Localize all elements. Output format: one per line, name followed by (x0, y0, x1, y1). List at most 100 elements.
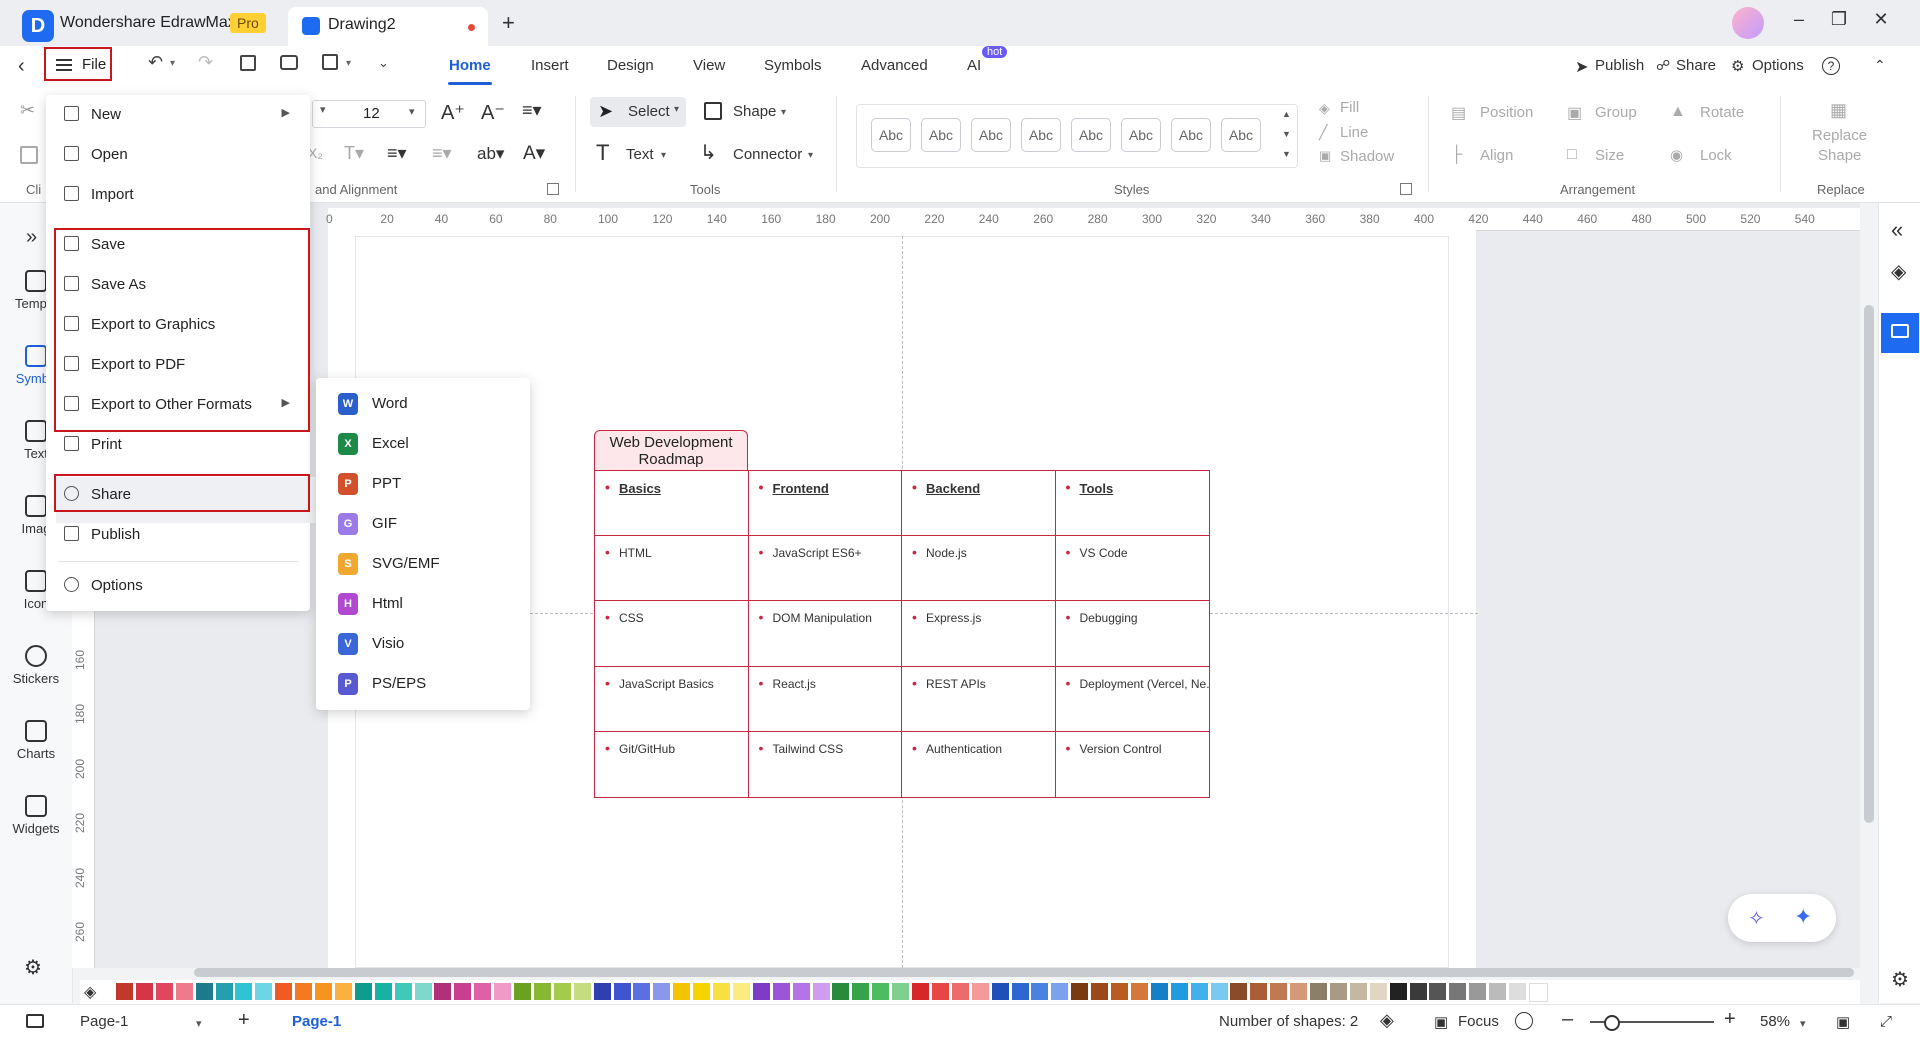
table-cell[interactable]: Deployment (Vercel, Ne... (1055, 667, 1209, 732)
rotate-icon[interactable]: ▲ (1670, 103, 1686, 121)
share-button[interactable]: Share (1676, 57, 1716, 74)
submenu-item-svg[interactable]: S SVG/EMF (316, 544, 530, 584)
menu-item-new[interactable]: New ▶ (46, 95, 310, 135)
color-swatch[interactable] (1489, 983, 1507, 1000)
color-swatch[interactable] (1409, 983, 1427, 1000)
replace-shape-icon[interactable]: ▦ (1830, 100, 1847, 121)
table-cell[interactable]: Git/GitHub (595, 731, 749, 797)
collapse-panel-icon[interactable]: « (1891, 217, 1903, 243)
layers-icon[interactable]: ◈ (1380, 1010, 1394, 1031)
line-icon[interactable]: ╱ (1319, 124, 1327, 141)
presentation-icon[interactable] (1881, 313, 1919, 353)
color-swatch[interactable] (175, 983, 193, 1000)
menu-item-open[interactable]: Open (46, 135, 310, 175)
color-swatch[interactable] (155, 983, 173, 1000)
color-swatch[interactable] (1449, 983, 1467, 1000)
menu-item-publish[interactable]: Publish (46, 515, 310, 555)
connector-tool-button[interactable]: Connector (733, 146, 802, 163)
style-preset[interactable]: Abc (921, 118, 961, 152)
undo-icon[interactable]: ↶ (148, 52, 163, 73)
copy-icon[interactable] (20, 146, 38, 164)
submenu-item-gif[interactable]: G GIF (316, 504, 530, 544)
color-swatch[interactable] (1290, 983, 1308, 1000)
color-swatch[interactable] (1369, 983, 1387, 1000)
table-cell[interactable]: Debugging (1055, 601, 1209, 667)
style-preset[interactable]: Abc (1221, 118, 1261, 152)
color-swatch[interactable] (593, 983, 611, 1000)
tab-home[interactable]: Home (449, 57, 491, 74)
tab-view[interactable]: View (693, 57, 725, 74)
menu-item-options[interactable]: Options (46, 566, 310, 606)
paint-bucket-icon[interactable]: ◈ (1891, 259, 1906, 284)
color-swatch[interactable] (633, 983, 651, 1000)
table-cell[interactable]: CSS (595, 601, 749, 667)
color-swatch[interactable] (732, 983, 750, 1000)
style-preset[interactable]: Abc (1171, 118, 1211, 152)
color-swatch[interactable] (1111, 983, 1128, 1000)
color-swatch[interactable] (971, 983, 989, 1000)
lock-icon[interactable]: ◉ (1670, 146, 1683, 164)
color-swatch[interactable] (1429, 983, 1447, 1000)
new-tab-icon[interactable]: + (502, 10, 515, 36)
sidebar-item-charts[interactable]: Charts (0, 720, 72, 761)
shrink-font-icon[interactable]: A⁻ (481, 100, 505, 125)
more-icon[interactable]: ⌄ (378, 55, 389, 71)
table-cell[interactable]: Node.js (902, 536, 1056, 602)
text-style-icon[interactable]: T▾ (344, 143, 364, 164)
share-icon[interactable]: ☍ (1656, 57, 1670, 74)
align-objects-icon[interactable]: ├ (1451, 146, 1462, 164)
menu-item-import[interactable]: Import (46, 175, 310, 215)
document-tab[interactable]: Drawing2 (288, 7, 488, 46)
style-preset[interactable]: Abc (1071, 118, 1111, 152)
color-swatch[interactable] (1011, 983, 1029, 1000)
table-header-cell[interactable]: Backend (902, 471, 1056, 537)
color-swatch[interactable] (414, 983, 432, 1000)
shadow-button[interactable]: Shadow (1340, 148, 1394, 165)
shape-tool-button[interactable]: Shape (733, 103, 776, 120)
size-icon[interactable]: □ (1567, 146, 1577, 164)
page-dropdown-icon[interactable]: ▾ (196, 1017, 202, 1030)
color-swatch[interactable] (235, 983, 253, 1000)
cut-icon[interactable]: ✂ (20, 100, 35, 121)
color-swatch[interactable] (713, 983, 730, 1000)
avatar[interactable] (1732, 7, 1764, 39)
fill-bucket-icon[interactable]: ◈ (84, 982, 96, 1002)
color-swatch[interactable] (315, 983, 332, 1000)
color-swatch[interactable] (1210, 983, 1228, 1000)
color-swatch[interactable] (514, 983, 531, 1000)
rotate-button[interactable]: Rotate (1700, 104, 1744, 121)
play-icon[interactable] (1515, 1012, 1533, 1030)
tab-advanced[interactable]: Advanced (861, 57, 928, 74)
tab-symbols[interactable]: Symbols (764, 57, 822, 74)
add-page-icon[interactable]: + (238, 1009, 250, 1032)
bullets-icon[interactable]: ≡▾ (432, 143, 452, 164)
submenu-item-excel[interactable]: X Excel (316, 424, 530, 464)
fit-page-icon[interactable]: ▣ (1836, 1013, 1850, 1031)
fullscreen-icon[interactable]: ⤢ (1880, 1013, 1892, 1030)
color-swatch[interactable] (852, 983, 870, 1000)
color-swatch[interactable] (1349, 983, 1367, 1000)
table-cell[interactable]: Authentication (902, 731, 1056, 797)
color-swatch[interactable] (334, 983, 352, 1000)
lock-button[interactable]: Lock (1700, 147, 1732, 164)
color-swatch[interactable] (215, 983, 233, 1000)
color-swatch[interactable] (454, 983, 472, 1000)
color-swatch[interactable] (275, 983, 293, 1000)
roadmap-table[interactable]: Basics Frontend Backend Tools HTML JavaS… (594, 470, 1210, 798)
zoom-level[interactable]: 58% (1760, 1013, 1790, 1030)
page-select[interactable]: Page-1 (80, 1013, 128, 1030)
shape-icon[interactable] (704, 102, 722, 120)
table-cell[interactable]: Version Control (1056, 732, 1210, 797)
font-dialog-launcher-icon[interactable] (547, 183, 559, 195)
color-swatch[interactable] (295, 983, 313, 1000)
position-button[interactable]: Position (1480, 104, 1533, 121)
color-swatch[interactable] (912, 983, 929, 1000)
position-icon[interactable]: ▤ (1451, 103, 1466, 123)
table-cell[interactable]: Express.js (902, 601, 1056, 667)
color-swatch[interactable] (1250, 983, 1268, 1000)
sparkle-icon[interactable]: ✦ (1794, 904, 1812, 930)
submenu-item-ppt[interactable]: P PPT (316, 464, 530, 504)
color-swatch[interactable] (474, 983, 492, 1000)
color-swatch[interactable] (812, 983, 830, 1000)
connector-icon[interactable]: ↳ (700, 140, 717, 165)
